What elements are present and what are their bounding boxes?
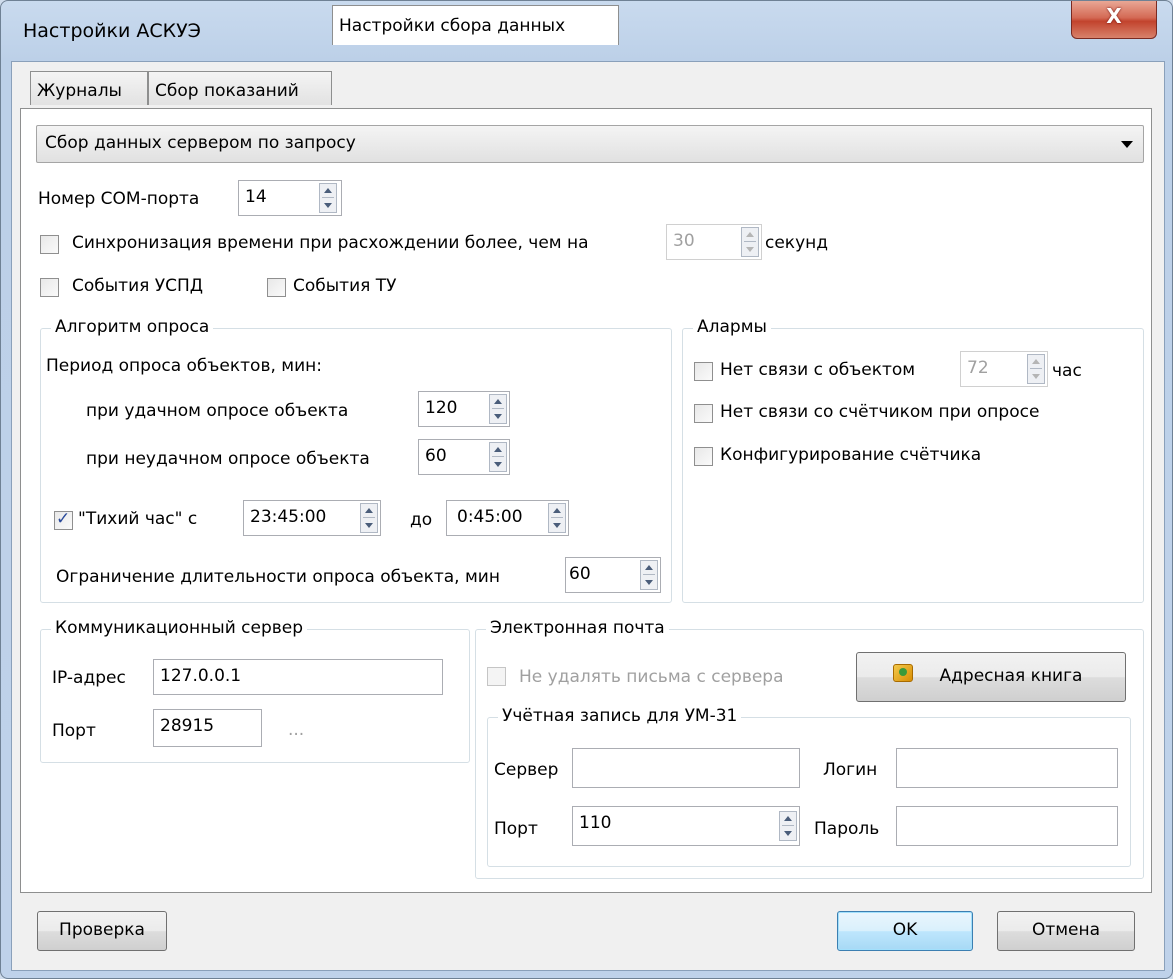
time-sync-value: 30 (673, 231, 695, 251)
checkmark-icon: ✓ (56, 509, 71, 529)
chevron-down-icon (1121, 141, 1133, 148)
poll-limit-stepper[interactable]: 60 (565, 557, 661, 593)
events-tu-label: События ТУ (293, 276, 397, 296)
mail-port-spin-icon[interactable] (779, 811, 797, 841)
address-book-label: Адресная книга (939, 666, 1083, 686)
tab-readings[interactable]: Сбор показаний (148, 71, 332, 105)
cancel-button[interactable]: Отмена (997, 911, 1135, 951)
mail-server-label: Сервер (494, 760, 559, 780)
time-sync-label: Синхронизация времени при расхождении бо… (72, 233, 589, 253)
poll-algorithm-group: Алгоритм опроса Период опроса объектов, … (40, 317, 672, 603)
quiet-hour-label: "Тихий час" с (78, 509, 198, 529)
poll-period-label: Период опроса объектов, мин: (46, 356, 322, 376)
quiet-to-spin-icon[interactable] (548, 503, 566, 533)
mail-port-label: Порт (494, 819, 538, 839)
time-sync-unit: секунд (765, 233, 829, 253)
no-link-meter-label: Нет связи со счётчиком при опросе (720, 402, 1040, 422)
server-port-value: 28915 (160, 716, 215, 736)
mode-select[interactable]: Сбор данных сервером по запросу (36, 125, 1144, 163)
no-link-object-unit: час (1052, 361, 1082, 381)
time-sync-checkbox[interactable] (40, 235, 59, 254)
com-port-stepper[interactable]: 14 (238, 180, 342, 216)
keep-mail-label: Не удалять письма с сервера (519, 667, 784, 687)
quiet-from-spin-icon[interactable] (360, 503, 378, 533)
poll-success-stepper[interactable]: 120 (418, 391, 510, 427)
mail-port-value: 110 (579, 813, 612, 833)
poll-success-value: 120 (425, 398, 458, 418)
cancel-button-label: Отмена (1031, 920, 1101, 940)
comm-server-group: Коммуникационный сервер IP-адрес 127.0.0… (40, 618, 470, 763)
poll-limit-spin-icon[interactable] (640, 560, 658, 590)
quiet-hour-from-value: 23:45:00 (250, 507, 327, 527)
no-link-meter-checkbox[interactable] (694, 404, 713, 423)
quiet-hour-from-stepper[interactable]: 23:45:00 (243, 500, 381, 536)
account-group: Учётная запись для УМ-31 Сервер Логин По… (487, 706, 1131, 867)
time-sync-stepper[interactable]: 30 (666, 224, 762, 260)
events-tu-checkbox[interactable] (267, 278, 286, 297)
com-port-label: Номер COM-порта (38, 189, 200, 209)
quiet-hour-to-stepper[interactable]: 0:45:00 (446, 500, 569, 536)
meter-config-label: Конфигурирование счётчика (720, 445, 982, 465)
quiet-hour-to-label: до (410, 510, 433, 530)
ip-address-value: 127.0.0.1 (160, 666, 242, 686)
keep-mail-checkbox[interactable] (487, 667, 506, 686)
alarms-title: Алармы (693, 317, 771, 337)
password-label: Пароль (814, 819, 880, 839)
ok-button[interactable]: OK (837, 911, 973, 951)
password-input[interactable] (896, 806, 1118, 846)
poll-limit-value: 60 (569, 564, 591, 584)
poll-success-label: при удачном опросе объекта (86, 401, 349, 421)
email-title: Электронная почта (486, 618, 669, 638)
poll-success-spin-icon[interactable] (489, 394, 507, 424)
events-uspd-checkbox[interactable] (40, 278, 59, 297)
window-title: Настройки АСКУЭ (23, 20, 201, 42)
comm-server-title: Коммуникационный сервер (51, 618, 308, 638)
no-link-spin-icon[interactable] (1027, 354, 1045, 384)
tab-readings-label: Сбор показаний (155, 81, 299, 101)
ok-button-label: OK (892, 920, 918, 940)
close-icon: X (1106, 4, 1122, 28)
poll-fail-stepper[interactable]: 60 (418, 439, 510, 475)
server-port-label: Порт (52, 721, 96, 741)
login-input[interactable] (896, 748, 1118, 788)
poll-fail-spin-icon[interactable] (489, 442, 507, 472)
tab-journals[interactable]: Журналы (30, 71, 148, 105)
login-label: Логин (823, 760, 878, 780)
settings-window: Настройки АСКУЭ X Журналы Сбор показаний… (0, 0, 1173, 979)
events-uspd-label: События УСПД (72, 276, 204, 296)
no-link-object-stepper[interactable]: 72 (960, 351, 1048, 387)
ip-address-input[interactable]: 127.0.0.1 (153, 659, 443, 695)
poll-fail-value: 60 (425, 446, 447, 466)
tab-pane: Сбор данных сервером по запросу Номер CO… (20, 108, 1152, 893)
poll-limit-label: Ограничение длительности опроса объекта,… (56, 567, 500, 587)
mail-server-input[interactable] (572, 748, 800, 788)
no-link-object-label: Нет связи с объектом (720, 360, 916, 380)
quiet-hour-to-value: 0:45:00 (457, 507, 523, 527)
tab-data-collection-settings-label: Настройки сбора данных (339, 16, 566, 36)
tab-journals-label: Журналы (37, 81, 122, 101)
poll-fail-label: при неудачном опросе объекта (86, 449, 370, 469)
close-button[interactable]: X (1071, 1, 1157, 39)
mail-port-stepper[interactable]: 110 (572, 806, 800, 846)
alarms-group: Алармы Нет связи с объектом 72 час Нет с… (682, 317, 1144, 603)
port-browse-button[interactable]: ... (288, 720, 304, 740)
mode-select-value: Сбор данных сервером по запросу (45, 133, 356, 153)
address-book-button[interactable]: Адресная книга (856, 652, 1126, 702)
no-link-object-value: 72 (967, 358, 989, 378)
com-port-spin-icon[interactable] (319, 183, 337, 213)
quiet-hour-checkbox[interactable]: ✓ (54, 509, 73, 530)
com-port-value: 14 (245, 187, 267, 207)
meter-config-checkbox[interactable] (694, 447, 713, 466)
account-title: Учётная запись для УМ-31 (498, 706, 742, 726)
poll-algorithm-title: Алгоритм опроса (51, 317, 214, 337)
ip-address-label: IP-адрес (52, 668, 126, 688)
time-sync-spin-icon[interactable] (741, 227, 759, 257)
server-port-input[interactable]: 28915 (153, 709, 262, 747)
tab-data-collection-settings[interactable]: Настройки сбора данных (332, 5, 619, 45)
no-link-object-checkbox[interactable] (694, 362, 713, 381)
check-button[interactable]: Проверка (37, 911, 167, 951)
email-group: Электронная почта Не удалять письма с се… (475, 618, 1144, 879)
check-button-label: Проверка (59, 920, 145, 940)
